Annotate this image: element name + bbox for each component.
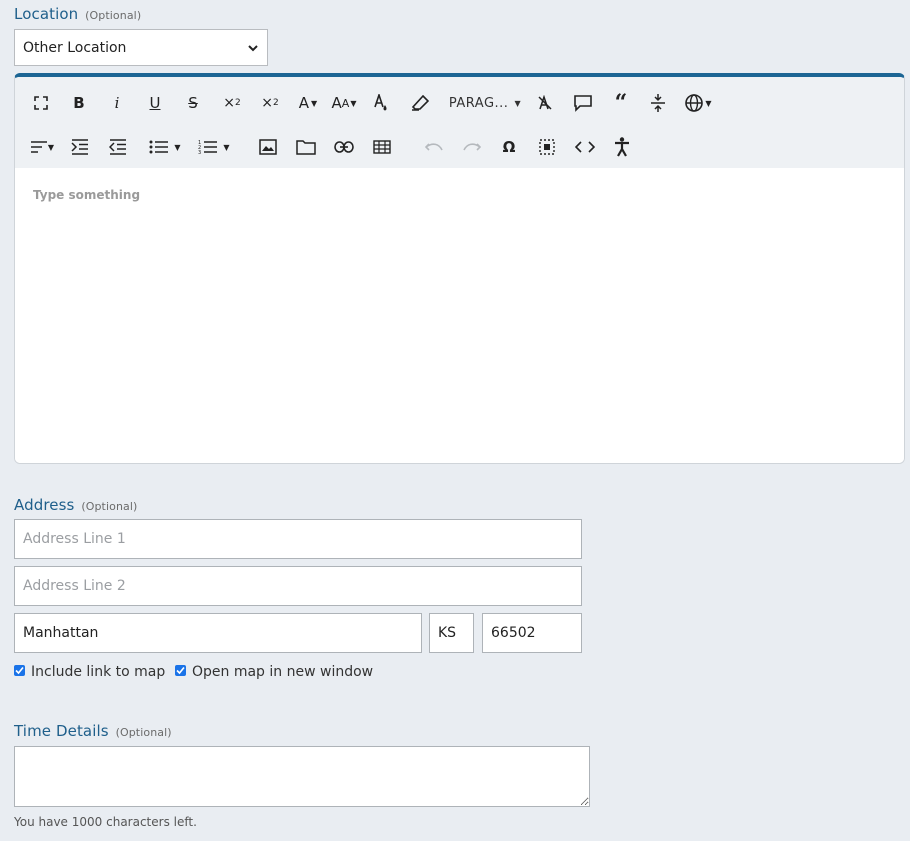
clear-formatting-icon[interactable]: [535, 91, 555, 115]
font-family-icon[interactable]: A ▼: [295, 91, 321, 115]
strikethrough-icon[interactable]: S: [183, 91, 203, 115]
city-input[interactable]: Manhattan: [14, 613, 422, 653]
checkbox-checked-icon[interactable]: [175, 665, 186, 676]
address-label: Address (Optional): [14, 496, 137, 514]
paragraph-format-label: PARAG...: [448, 95, 509, 111]
location-select[interactable]: Other Location: [14, 29, 268, 66]
underline-icon[interactable]: U: [145, 91, 165, 115]
redo-icon[interactable]: [461, 135, 483, 159]
time-details-label-text: Time Details: [14, 722, 109, 740]
bold-icon[interactable]: B: [69, 91, 89, 115]
address-optional: (Optional): [81, 500, 138, 513]
character-counter: You have 1000 characters left.: [14, 815, 197, 829]
address-line1-placeholder: Address Line 1: [23, 531, 126, 547]
chevron-down-icon: ▼: [514, 98, 522, 108]
location-optional: (Optional): [85, 9, 142, 22]
checkbox-checked-icon[interactable]: [14, 665, 25, 676]
city-value: Manhattan: [23, 625, 99, 641]
include-map-checkbox[interactable]: Include link to map: [14, 664, 165, 680]
highlight-icon[interactable]: [409, 91, 431, 115]
editor-toolbar: B i U S ×2 ×2 A▼ AA▼ PARAG... ▼ “ ▼: [15, 77, 904, 169]
location-label-text: Location: [14, 5, 79, 23]
accessibility-icon[interactable]: [611, 135, 633, 159]
undo-icon[interactable]: [423, 135, 445, 159]
quote-icon[interactable]: “: [609, 90, 633, 116]
location-label: Location (Optional): [14, 5, 141, 23]
code-view-icon[interactable]: [573, 135, 597, 159]
time-details-textarea[interactable]: [14, 746, 590, 807]
include-map-label: Include link to map: [31, 664, 166, 680]
chevron-down-icon: [248, 44, 258, 51]
zip-value: 66502: [491, 625, 536, 641]
address-line2-placeholder: Address Line 2: [23, 578, 126, 594]
ordered-list-icon[interactable]: 1 2 3 ▼: [195, 135, 233, 159]
insert-file-icon[interactable]: [295, 135, 317, 159]
comment-icon[interactable]: [571, 91, 595, 115]
address-line2-input[interactable]: Address Line 2: [14, 566, 582, 606]
rich-text-editor: B i U S ×2 ×2 A▼ AA▼ PARAG... ▼ “ ▼: [14, 73, 905, 464]
time-details-label: Time Details (Optional): [14, 722, 172, 740]
align-icon[interactable]: ▼: [27, 135, 57, 159]
insert-table-icon[interactable]: [371, 135, 393, 159]
time-details-optional: (Optional): [115, 726, 172, 739]
text-color-icon[interactable]: [371, 91, 391, 115]
fullscreen-icon[interactable]: [31, 91, 51, 115]
open-new-window-checkbox[interactable]: Open map in new window: [175, 664, 373, 680]
address-line1-input[interactable]: Address Line 1: [14, 519, 582, 559]
location-selected-value: Other Location: [23, 39, 127, 56]
address-label-text: Address: [14, 496, 75, 514]
subscript-icon[interactable]: × 2: [221, 91, 243, 115]
select-all-icon[interactable]: [537, 135, 557, 159]
language-icon[interactable]: ▼: [681, 91, 715, 115]
indent-icon[interactable]: [69, 135, 91, 159]
unordered-list-icon[interactable]: ▼: [145, 135, 185, 159]
font-size-icon[interactable]: A A ▼: [329, 91, 359, 115]
special-characters-icon[interactable]: Ω: [499, 135, 519, 159]
outdent-icon[interactable]: [107, 135, 129, 159]
state-value: KS: [438, 625, 457, 641]
open-new-window-label: Open map in new window: [192, 664, 374, 680]
svg-text:3: 3: [198, 150, 201, 155]
superscript-icon[interactable]: × 2: [259, 91, 281, 115]
insert-link-icon[interactable]: [333, 135, 355, 159]
paragraph-format-dropdown[interactable]: PARAG... ▼: [445, 91, 525, 115]
editor-content-area[interactable]: Type something: [15, 168, 904, 463]
insert-image-icon[interactable]: [257, 135, 279, 159]
horizontal-line-icon[interactable]: [647, 91, 669, 115]
zip-input[interactable]: 66502: [482, 613, 582, 653]
editor-placeholder: Type something: [33, 188, 141, 202]
italic-icon[interactable]: i: [107, 91, 127, 115]
state-input[interactable]: KS: [429, 613, 474, 653]
